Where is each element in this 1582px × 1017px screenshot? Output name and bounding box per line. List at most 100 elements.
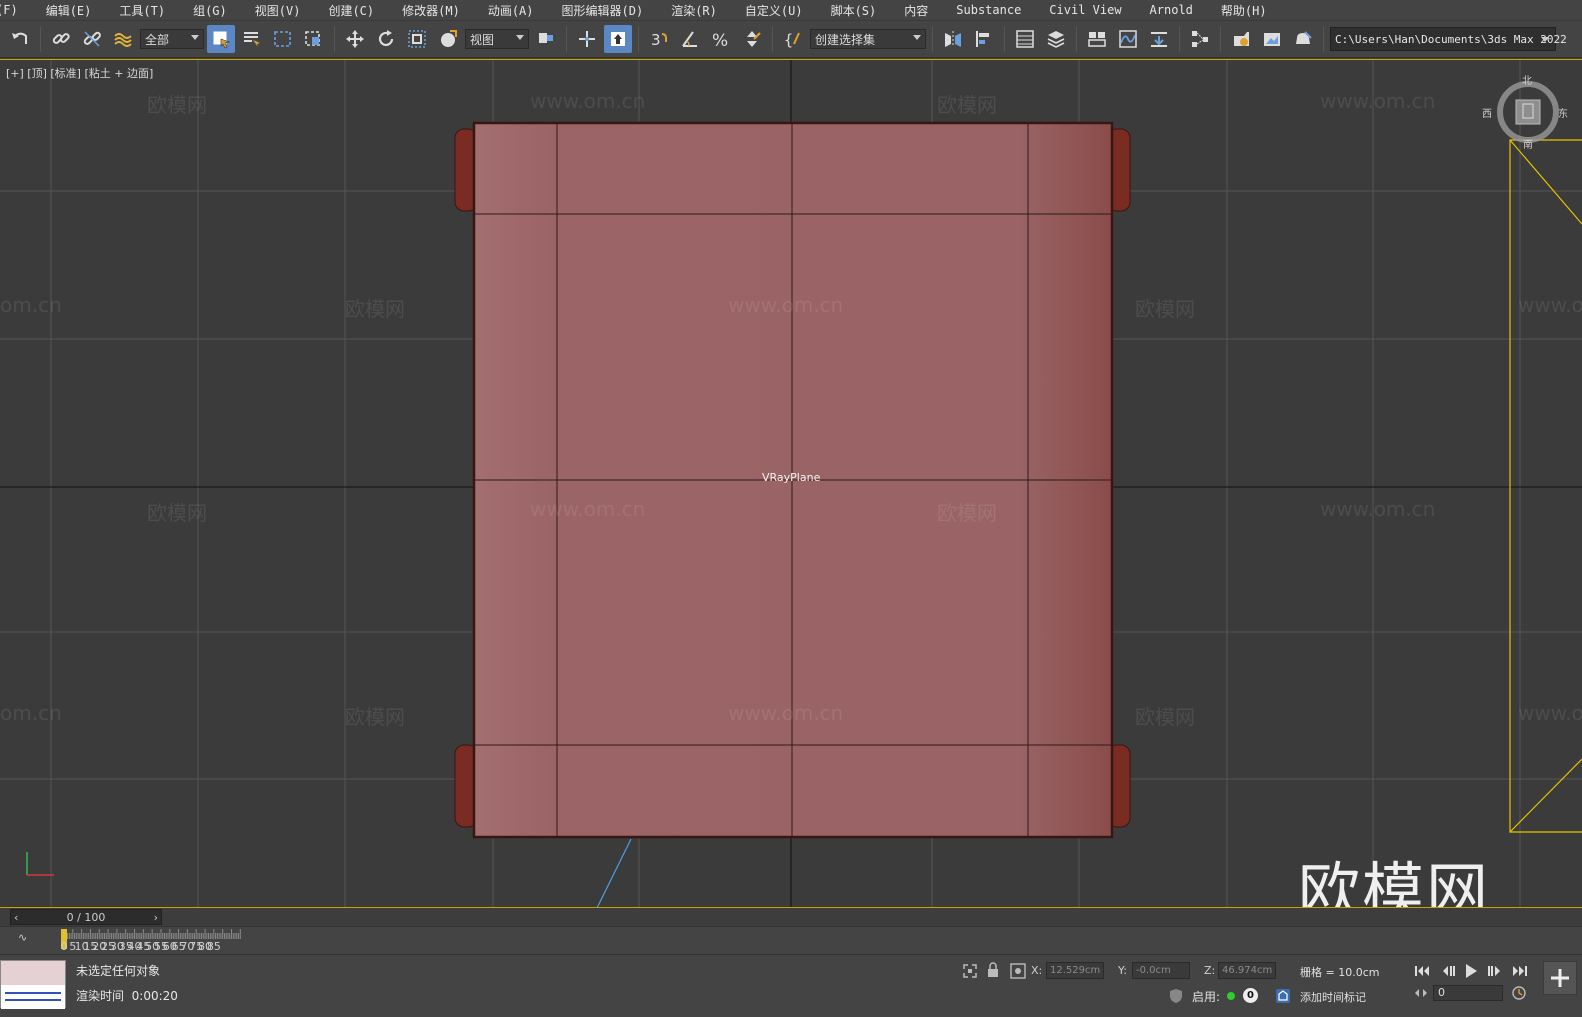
isolate-selection-icon[interactable] [962, 963, 978, 979]
toolbar-separator [1076, 26, 1077, 52]
toolbar-separator [566, 26, 567, 52]
select-by-name-icon[interactable] [238, 25, 266, 53]
spinner-snap-icon[interactable] [738, 25, 766, 53]
camera-frustum-diagonal [1509, 758, 1582, 833]
rotate-icon[interactable] [372, 25, 400, 53]
place-icon[interactable] [434, 25, 462, 53]
window-crossing-icon[interactable] [300, 25, 328, 53]
key-counter-badge[interactable]: 0 [1243, 988, 1258, 1003]
maxscript-mini-listener[interactable] [0, 960, 66, 1009]
menu-item-16[interactable]: 帮助(H) [1207, 2, 1281, 19]
move-icon[interactable] [341, 25, 369, 53]
menu-item-9[interactable]: 渲染(R) [657, 2, 731, 19]
menu-item-10[interactable]: 自定义(U) [731, 2, 817, 19]
key-mode-toggle-icon[interactable] [1414, 988, 1428, 998]
next-frame-icon[interactable]: › [154, 911, 158, 924]
scene-explorer-icon[interactable] [1011, 25, 1039, 53]
viewcube-west[interactable]: 西 [1482, 105, 1492, 120]
viewcube[interactable]: 北 南 西 东 [1482, 76, 1568, 151]
time-tag-icon[interactable] [1275, 988, 1291, 1004]
align-icon[interactable] [970, 25, 998, 53]
toggle-ribbon-icon[interactable] [1083, 25, 1111, 53]
percent-snap-icon[interactable]: % [707, 25, 735, 53]
time-slider[interactable]: ‹ 0 / 100 › [10, 909, 162, 925]
menu-item-12[interactable]: 内容 [890, 2, 942, 19]
y-coord-field[interactable]: -0.0cm [1132, 962, 1190, 979]
keyboard-shortcut-override-icon[interactable] [604, 25, 632, 53]
scale-icon[interactable] [403, 25, 431, 53]
menu-item-5[interactable]: 创建(C) [314, 2, 388, 19]
watermark-text: www.om.cn [530, 497, 646, 521]
watermark-text: 欧模网 [937, 93, 997, 117]
toolbar-separator [932, 26, 933, 52]
menu-item-2[interactable]: 工具(T) [105, 2, 179, 19]
menu-bar: (F)编辑(E)工具(T)组(G)视图(V)创建(C)修改器(M)动画(A)图形… [0, 0, 1582, 20]
absolute-mode-transform-icon[interactable] [1010, 963, 1026, 979]
select-manipulate-icon[interactable] [573, 25, 601, 53]
menu-item-11[interactable]: 脚本(S) [817, 2, 891, 19]
menu-item-4[interactable]: 视图(V) [241, 2, 315, 19]
selection-lock-icon[interactable] [986, 962, 1000, 978]
menu-item-1[interactable]: 编辑(E) [32, 2, 106, 19]
menu-item-8[interactable]: 图形编辑器(D) [548, 2, 658, 19]
go-to-start-icon[interactable] [1414, 965, 1430, 977]
angle-snap-icon[interactable] [676, 25, 704, 53]
reference-coordinate-dropdown[interactable]: 视图 [465, 29, 529, 49]
timeline-ruler: ∿ [18, 929, 241, 949]
render-time-label: 渲染时间 [76, 989, 125, 1003]
pivot-center-icon[interactable] [532, 25, 560, 53]
x-coord-field[interactable]: 12.529cm [1046, 962, 1104, 979]
toolbar-separator [1220, 26, 1221, 52]
camera-frustum-outline [1509, 139, 1582, 833]
rendered-frame-window-icon[interactable] [1258, 25, 1286, 53]
menu-item-14[interactable]: Civil View [1035, 3, 1135, 17]
top-viewport[interactable]: 欧模网 www.om.cn 欧模网 www.om.cn om.cn 欧模网 www.om.c… [0, 59, 1582, 908]
viewport-label-menu[interactable]: [+] [顶] [标准] [粘土 + 边面] [6, 65, 153, 81]
viewcube-north[interactable]: 北 [1522, 72, 1532, 87]
edit-named-selection-icon[interactable]: { [779, 25, 807, 53]
create-panel-plus-icon[interactable] [1543, 961, 1577, 995]
menu-item-7[interactable]: 动画(A) [474, 2, 548, 19]
menu-item-15[interactable]: Arnold [1136, 3, 1207, 17]
snaps-toggle-icon[interactable]: 3 [645, 25, 673, 53]
viewcube-east[interactable]: 东 [1558, 105, 1568, 120]
selection-filter-dropdown[interactable]: 全部 [140, 29, 204, 49]
watermark-text: 欧模网 [147, 501, 207, 525]
watermark-text: www.om.cn [1320, 497, 1436, 521]
viewcube-south[interactable]: 南 [1523, 136, 1533, 151]
watermark-text: 欧模网 [147, 93, 207, 117]
watermark-text: www.om.cn [1518, 293, 1582, 317]
track-bar[interactable]: ∿ 0 5 10 15 20 25 30 35 40 45 50 55 60 65 70 75 80 85 [0, 926, 1582, 954]
dope-sheet-icon[interactable] [1145, 25, 1173, 53]
add-time-tag-button[interactable]: 添加时间标记 [1300, 989, 1366, 1005]
undo-icon[interactable] [6, 25, 34, 53]
go-to-end-icon[interactable] [1512, 965, 1528, 977]
project-folder-dropdown[interactable]: C:\Users\Han\Documents\3ds Max 2022 [1330, 27, 1567, 51]
toolbar-separator [772, 26, 773, 52]
link-icon[interactable] [47, 25, 75, 53]
shield-icon[interactable] [1168, 988, 1184, 1004]
bind-space-warp-icon[interactable] [109, 25, 137, 53]
mirror-icon[interactable] [939, 25, 967, 53]
select-object-icon[interactable] [207, 25, 235, 53]
unlink-icon[interactable] [78, 25, 106, 53]
current-frame-field[interactable]: 0 [1433, 985, 1503, 1001]
schematic-view-icon[interactable] [1186, 25, 1214, 53]
named-selection-dropdown[interactable]: 创建选择集 [810, 29, 926, 49]
layer-explorer-icon[interactable] [1042, 25, 1070, 53]
render-setup-icon[interactable] [1227, 25, 1255, 53]
menu-item-3[interactable]: 组(G) [179, 2, 241, 19]
rectangular-selection-icon[interactable] [269, 25, 297, 53]
render-production-icon[interactable] [1289, 25, 1317, 53]
z-coord-field[interactable]: 46.974cm [1218, 962, 1276, 979]
previous-frame-icon[interactable] [1440, 965, 1456, 977]
time-configuration-icon[interactable] [1512, 986, 1526, 1000]
curve-editor-icon[interactable] [1114, 25, 1142, 53]
menu-item-0[interactable]: (F) [0, 3, 32, 17]
play-icon[interactable] [1463, 963, 1479, 979]
menu-item-13[interactable]: Substance [942, 3, 1035, 17]
menu-item-6[interactable]: 修改器(M) [388, 2, 474, 19]
next-frame-icon[interactable] [1487, 965, 1503, 977]
curve-editor-toggle-icon[interactable]: ∿ [18, 931, 27, 944]
camera-target-line [596, 838, 632, 908]
